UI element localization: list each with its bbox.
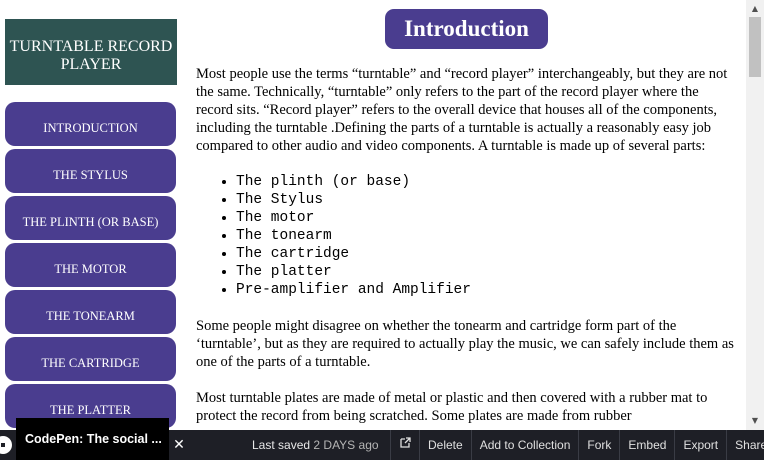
nav-item-introduction[interactable]: INTRODUCTION bbox=[5, 102, 176, 146]
embed-button[interactable]: Embed bbox=[619, 430, 674, 460]
codepen-logo-icon bbox=[0, 436, 12, 454]
nav-item-stylus[interactable]: THE STYLUS bbox=[5, 149, 176, 193]
list-item: The platter bbox=[236, 263, 738, 281]
page-viewport: TURNTABLE RECORD PLAYER INTRODUCTION THE… bbox=[0, 0, 746, 430]
nav-item-plinth[interactable]: THE PLINTH (OR BASE) bbox=[5, 196, 176, 240]
page-title: Introduction bbox=[385, 9, 548, 49]
parts-list: The plinth (or base) The Stylus The moto… bbox=[218, 173, 738, 299]
list-item: The motor bbox=[236, 209, 738, 227]
add-to-collection-button[interactable]: Add to Collection bbox=[470, 430, 579, 460]
scroll-down-arrow-icon[interactable]: ▼ bbox=[746, 414, 764, 428]
delete-button[interactable]: Delete bbox=[419, 430, 471, 460]
export-button[interactable]: Export bbox=[674, 430, 726, 460]
platter-paragraph: Most turntable plates are made of metal … bbox=[196, 390, 708, 424]
scroll-up-arrow-icon[interactable]: ▲ bbox=[746, 2, 764, 16]
list-item: The Stylus bbox=[236, 191, 738, 209]
last-saved-status: Last saved 2 DAYS ago bbox=[252, 430, 379, 460]
tonearm-paragraph: Some people might disagree on whether th… bbox=[196, 318, 734, 370]
last-saved-time: 2 DAYS ago bbox=[313, 438, 379, 452]
share-button[interactable]: Share bbox=[726, 430, 764, 460]
nav-item-cartridge[interactable]: THE CARTRIDGE bbox=[5, 337, 176, 381]
sidebar-nav: INTRODUCTION THE STYLUS THE PLINTH (OR B… bbox=[5, 102, 176, 430]
external-link-icon[interactable] bbox=[390, 430, 419, 460]
tab-tooltip: CodePen: The social ... bbox=[16, 418, 169, 460]
vertical-scrollbar[interactable]: ▲ ▼ bbox=[746, 0, 764, 430]
footer-actions: Delete Add to Collection Fork Embed Expo… bbox=[390, 430, 764, 460]
codepen-footer-bar: CodePen: The social ... ✕ Last saved 2 D… bbox=[0, 418, 764, 460]
list-item: The cartridge bbox=[236, 245, 738, 263]
nav-item-tonearm[interactable]: THE TONEARM bbox=[5, 290, 176, 334]
fork-button[interactable]: Fork bbox=[578, 430, 619, 460]
scrollbar-thumb[interactable] bbox=[749, 17, 761, 77]
list-item: The tonearm bbox=[236, 227, 738, 245]
list-item: The plinth (or base) bbox=[236, 173, 738, 191]
close-icon[interactable]: ✕ bbox=[172, 437, 186, 453]
site-brand: TURNTABLE RECORD PLAYER bbox=[5, 19, 177, 85]
intro-paragraph: Most people use the terms “turntable” an… bbox=[196, 66, 728, 154]
main-content: Most people use the terms “turntable” an… bbox=[196, 65, 738, 430]
list-item: Pre-amplifier and Amplifier bbox=[236, 281, 738, 299]
last-saved-label: Last saved bbox=[252, 438, 311, 452]
nav-item-motor[interactable]: THE MOTOR bbox=[5, 243, 176, 287]
